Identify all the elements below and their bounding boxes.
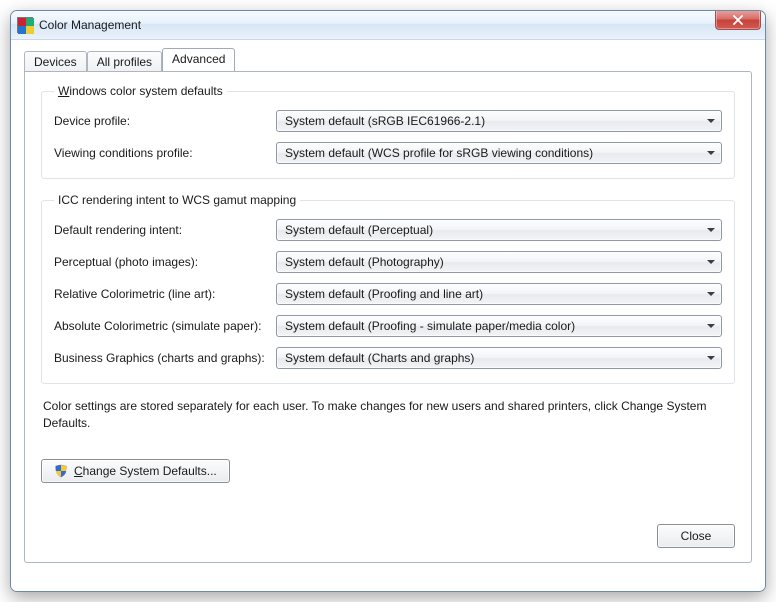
combo-viewing-conditions[interactable]: System default (WCS profile for sRGB vie… [276, 142, 722, 164]
combo-absolute-colorimetric-value: System default (Proofing - simulate pape… [285, 319, 575, 333]
combo-default-rendering-intent[interactable]: System default (Perceptual) [276, 219, 722, 241]
chevron-down-icon [707, 356, 715, 360]
combo-relative-colorimetric-value: System default (Proofing and line art) [285, 287, 483, 301]
row-default-rendering-intent: Default rendering intent: System default… [54, 219, 722, 241]
label-device-profile: Device profile: [54, 114, 276, 128]
close-button-label: Close [681, 529, 712, 543]
label-business-graphics: Business Graphics (charts and graphs): [54, 351, 276, 365]
info-text: Color settings are stored separately for… [43, 398, 733, 433]
combo-relative-colorimetric[interactable]: System default (Proofing and line art) [276, 283, 722, 305]
combo-perceptual-value: System default (Photography) [285, 255, 444, 269]
chevron-down-icon [707, 260, 715, 264]
client-area: Devices All profiles Advanced Windows co… [11, 40, 765, 591]
label-default-rendering-intent: Default rendering intent: [54, 223, 276, 237]
titlebar[interactable]: Color Management [11, 11, 765, 40]
label-perceptual: Perceptual (photo images): [54, 255, 276, 269]
uac-shield-icon [54, 464, 68, 478]
row-perceptual: Perceptual (photo images): System defaul… [54, 251, 722, 273]
label-relative-colorimetric: Relative Colorimetric (line art): [54, 287, 276, 301]
row-relative-colorimetric: Relative Colorimetric (line art): System… [54, 283, 722, 305]
row-device-profile: Device profile: System default (sRGB IEC… [54, 110, 722, 132]
combo-perceptual[interactable]: System default (Photography) [276, 251, 722, 273]
combo-viewing-conditions-value: System default (WCS profile for sRGB vie… [285, 146, 593, 160]
window-close-button[interactable] [715, 10, 761, 30]
dialog-footer: Close [657, 524, 735, 548]
chevron-down-icon [707, 151, 715, 155]
close-icon [733, 15, 743, 25]
window-title: Color Management [39, 18, 141, 32]
tab-panel-advanced: Windows color system defaults Device pro… [24, 71, 752, 563]
combo-business-graphics[interactable]: System default (Charts and graphs) [276, 347, 722, 369]
dialog-window: Color Management Devices All profiles Ad… [10, 10, 766, 592]
combo-device-profile[interactable]: System default (sRGB IEC61966-2.1) [276, 110, 722, 132]
label-viewing-conditions: Viewing conditions profile: [54, 146, 276, 160]
tab-advanced[interactable]: Advanced [162, 48, 235, 71]
chevron-down-icon [707, 228, 715, 232]
tab-strip: Devices All profiles Advanced [24, 49, 752, 71]
chevron-down-icon [707, 292, 715, 296]
combo-absolute-colorimetric[interactable]: System default (Proofing - simulate pape… [276, 315, 722, 337]
tab-devices[interactable]: Devices [24, 51, 87, 72]
group-icc-mapping: ICC rendering intent to WCS gamut mappin… [41, 193, 735, 384]
group-wcs-defaults: Windows color system defaults Device pro… [41, 84, 735, 179]
group-wcs-defaults-legend: Windows color system defaults [54, 84, 227, 98]
group-icc-mapping-legend: ICC rendering intent to WCS gamut mappin… [54, 193, 300, 207]
close-button[interactable]: Close [657, 524, 735, 548]
change-system-defaults-label: Change System Defaults... [74, 464, 217, 478]
label-absolute-colorimetric: Absolute Colorimetric (simulate paper): [54, 319, 276, 333]
row-viewing-conditions: Viewing conditions profile: System defau… [54, 142, 722, 164]
chevron-down-icon [707, 119, 715, 123]
tab-all-profiles[interactable]: All profiles [87, 51, 162, 72]
row-business-graphics: Business Graphics (charts and graphs): S… [54, 347, 722, 369]
combo-default-rendering-intent-value: System default (Perceptual) [285, 223, 433, 237]
combo-business-graphics-value: System default (Charts and graphs) [285, 351, 474, 365]
row-absolute-colorimetric: Absolute Colorimetric (simulate paper): … [54, 315, 722, 337]
chevron-down-icon [707, 324, 715, 328]
app-icon [17, 17, 33, 33]
change-system-defaults-button[interactable]: Change System Defaults... [41, 459, 230, 483]
combo-device-profile-value: System default (sRGB IEC61966-2.1) [285, 114, 485, 128]
